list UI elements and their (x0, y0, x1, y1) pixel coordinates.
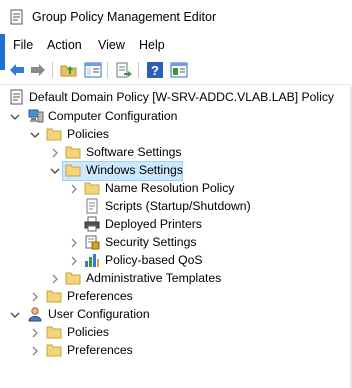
menu-help[interactable]: Help (139, 37, 165, 53)
properties-view-icon[interactable] (170, 61, 188, 79)
tree-label: Administrative Templates (86, 271, 222, 285)
tree-label: Policies (67, 325, 109, 339)
toolbar-separator (52, 62, 53, 78)
tree-label: Deployed Printers (105, 217, 202, 231)
help-icon[interactable]: ? (146, 61, 164, 79)
toolbar-separator (138, 62, 139, 78)
chevron-right-icon[interactable] (50, 274, 60, 284)
tree-label: Scripts (Startup/Shutdown) (105, 199, 251, 213)
chevron-right-icon[interactable] (50, 148, 60, 158)
chevron-down-icon[interactable] (50, 166, 60, 176)
tree-label: Security Settings (105, 235, 197, 249)
tree-label: Software Settings (86, 145, 182, 159)
policy-document-icon (10, 9, 23, 25)
printer-icon (84, 216, 100, 232)
tree-label: Name Resolution Policy (105, 181, 235, 195)
computer-icon (28, 109, 44, 123)
folder-icon (46, 128, 62, 141)
toolbar-separator (107, 62, 108, 78)
chevron-right-icon[interactable] (30, 346, 40, 356)
policy-tree: Default Domain Policy [W-SRV-ADDC.VLAB.L… (0, 86, 352, 388)
chevron-right-icon[interactable] (30, 328, 40, 338)
menu-action[interactable]: Action (47, 37, 82, 53)
gpme-window: Group Policy Management Editor File Acti… (0, 0, 352, 388)
title-bar: Group Policy Management Editor (0, 0, 352, 34)
menu-bar: File Action View Help (0, 36, 352, 56)
user-icon (28, 307, 42, 322)
folder-icon (46, 344, 62, 357)
folder-icon (46, 326, 62, 339)
chevron-down-icon[interactable] (10, 310, 20, 320)
toolbar: ? (0, 58, 352, 85)
show-hide-tree-icon[interactable] (84, 61, 102, 79)
svg-text:?: ? (151, 63, 159, 78)
tree-label: Policies (67, 127, 109, 141)
window-title: Group Policy Management Editor (32, 10, 217, 24)
tree-label: Preferences (67, 289, 133, 303)
tree-label: Computer Configuration (48, 109, 178, 123)
folder-icon (65, 272, 81, 285)
menu-file[interactable]: File (13, 37, 33, 53)
chevron-right-icon[interactable] (69, 256, 79, 266)
back-arrow-icon[interactable] (8, 61, 26, 79)
chevron-right-icon[interactable] (30, 292, 40, 302)
policy-document-icon (10, 89, 23, 105)
folder-icon (84, 182, 100, 195)
tree-label: Preferences (67, 343, 133, 357)
folder-icon (46, 290, 62, 303)
forward-arrow-icon[interactable] (29, 61, 47, 79)
script-document-icon (86, 198, 98, 214)
menu-view[interactable]: View (98, 37, 125, 53)
chevron-down-icon[interactable] (30, 130, 40, 140)
security-settings-icon (85, 235, 100, 250)
chevron-right-icon[interactable] (69, 184, 79, 194)
tree-label: Default Domain Policy [W-SRV-ADDC.VLAB.L… (29, 90, 335, 104)
bar-chart-icon (85, 254, 99, 267)
folder-icon (65, 146, 81, 159)
folder-icon (65, 164, 81, 177)
tree-label: Windows Settings (86, 163, 183, 177)
up-folder-icon[interactable] (60, 61, 78, 79)
chevron-down-icon[interactable] (10, 112, 20, 122)
tree-label: User Configuration (48, 307, 150, 321)
tree-label: Policy-based QoS (105, 253, 203, 267)
chevron-right-icon[interactable] (69, 238, 79, 248)
export-list-icon[interactable] (115, 61, 133, 79)
